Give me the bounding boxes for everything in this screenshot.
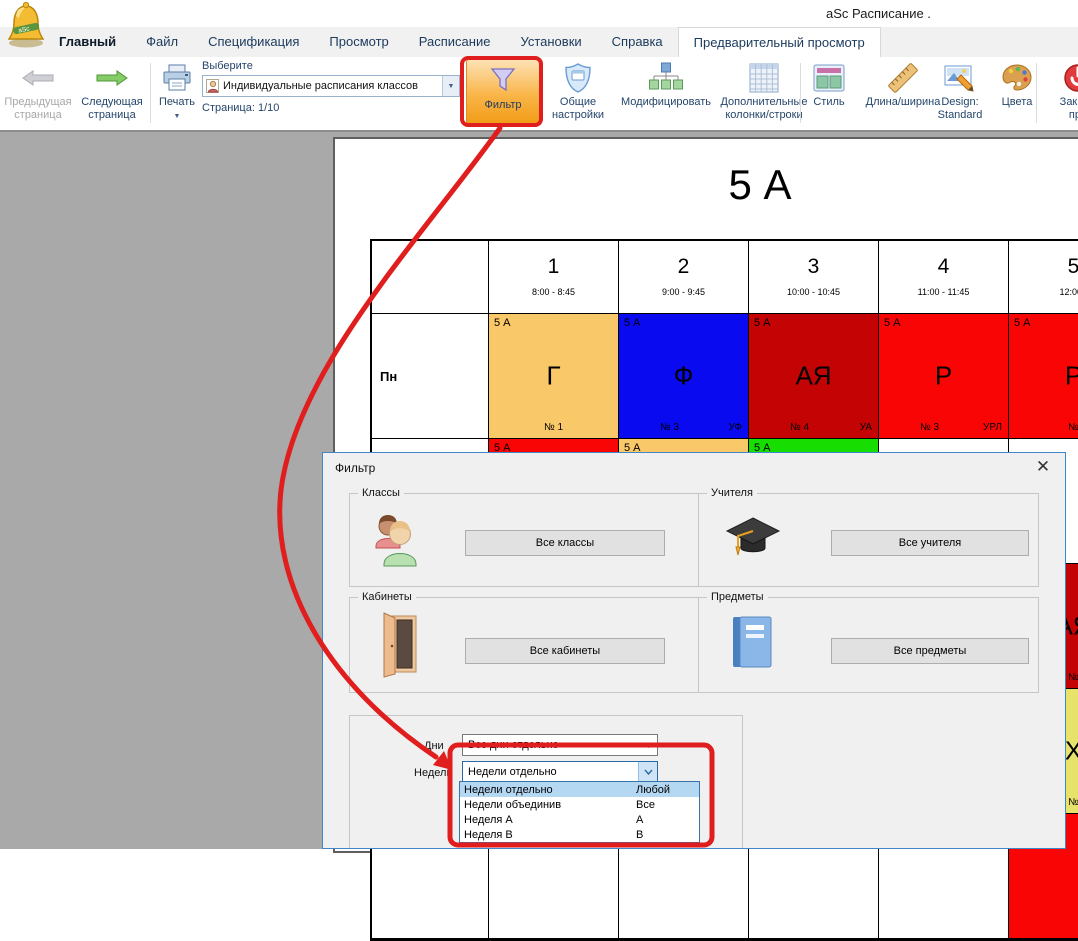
graduation-cap-icon	[725, 514, 781, 567]
window-title: aSc Расписание .	[826, 6, 931, 21]
class-title: 5 А	[695, 161, 825, 209]
tab-prosmotr[interactable]: Просмотр	[314, 27, 403, 57]
picture-pencil-icon	[944, 60, 976, 96]
all-teachers-button[interactable]: Все учителя	[831, 530, 1029, 556]
arrow-right-icon	[95, 60, 129, 96]
teachers-group: Учителя Все учителя	[698, 493, 1039, 587]
tab-specifikaciya[interactable]: Спецификация	[193, 27, 314, 57]
shield-icon	[563, 60, 593, 96]
next-page-button[interactable]: Следующая страница	[76, 59, 148, 127]
period-header: 310:00 - 10:45	[749, 241, 879, 314]
palette-icon	[1002, 60, 1032, 96]
lesson-cell[interactable]: 5 АГ№ 1	[489, 314, 619, 439]
period-header: 512:00 -	[1009, 241, 1078, 314]
classes-group: Классы Все классы	[349, 493, 743, 587]
tab-glavny[interactable]: Главный	[44, 27, 131, 57]
arrow-left-icon	[21, 60, 55, 96]
week-option[interactable]: Неделя АА	[460, 812, 699, 827]
lesson-cell[interactable]: 5 АФ№ 3УФ	[619, 314, 749, 439]
period-header: 29:00 - 9:45	[619, 241, 749, 314]
combo-dropdown-button[interactable]: ▼	[442, 76, 459, 96]
week-option[interactable]: Неделя ВВ	[460, 827, 699, 842]
close-preview-button[interactable]: Закрыт про	[1042, 59, 1078, 127]
printer-icon	[161, 60, 193, 96]
students-icon	[370, 512, 422, 575]
chevron-down-icon[interactable]	[638, 762, 657, 782]
org-chart-icon	[648, 60, 684, 96]
asc-bell-logo-icon[interactable]: aSc	[5, 1, 49, 49]
extra-columns-rows-button[interactable]: Дополнительные колонки/строки	[714, 59, 814, 127]
tab-preview-active[interactable]: Предварительный просмотр	[678, 27, 881, 57]
print-dropdown-caret[interactable]: ▼	[174, 110, 181, 123]
grid-table-icon	[749, 60, 779, 96]
week-option[interactable]: Недели объединивВсе	[460, 797, 699, 812]
colors-button[interactable]: Цвета	[992, 59, 1042, 127]
period-header: 411:00 - 11:45	[879, 241, 1009, 314]
all-subjects-button[interactable]: Все предметы	[831, 638, 1029, 664]
toolbar-separator	[1036, 63, 1037, 123]
layout-style-icon	[813, 60, 845, 96]
week-option[interactable]: Недели отдельноЛюбой	[460, 782, 699, 797]
tab-fail[interactable]: Файл	[131, 27, 193, 57]
page-indicator: Страница: 1/10	[202, 102, 460, 114]
subjects-group: Предметы Все предметы	[698, 597, 1039, 693]
close-preview-icon	[1063, 60, 1078, 96]
person-doc-icon	[206, 79, 219, 93]
day-label: Пн	[372, 314, 489, 439]
choose-label: Выберите	[202, 60, 253, 72]
tab-raspisanie[interactable]: Расписание	[404, 27, 506, 57]
toolbar-separator	[800, 63, 801, 123]
all-classes-button[interactable]: Все классы	[465, 530, 665, 556]
chevron-down-icon[interactable]	[639, 735, 657, 755]
weeks-label: Недели	[414, 767, 453, 779]
all-rooms-button[interactable]: Все кабинеты	[465, 638, 665, 664]
door-icon	[378, 612, 422, 683]
filter-button[interactable]: Фильтр	[466, 59, 540, 125]
period-header: 18:00 - 8:45	[489, 241, 619, 314]
tab-ustanovki[interactable]: Установки	[505, 27, 596, 57]
dialog-close-icon[interactable]: ✕	[1033, 457, 1053, 477]
lesson-cell[interactable]: 5 АР№ 3УРЛ	[879, 314, 1009, 439]
menu-tabbar: Главный Файл Спецификация Просмотр Распи…	[0, 27, 1078, 57]
tab-spravka[interactable]: Справка	[597, 27, 678, 57]
ribbon-toolbar: Предыдущая страница Следующая страница П…	[0, 57, 1078, 130]
corner-cell	[372, 241, 489, 314]
days-combobox[interactable]: Все дни отдельно	[462, 734, 658, 756]
weeks-combobox[interactable]: Недели отдельно	[462, 761, 658, 783]
design-button[interactable]: Design: Standard	[928, 59, 992, 127]
book-icon	[729, 614, 775, 677]
ruler-icon	[885, 60, 921, 96]
schedule-type-combobox[interactable]: Индивидуальные расписания классов ▼	[202, 75, 460, 97]
print-button[interactable]: Печать ▼	[154, 59, 200, 127]
lesson-cell[interactable]: 5 ААЯ№ 4УА	[749, 314, 879, 439]
style-button[interactable]: Стиль	[806, 59, 852, 127]
funnel-icon	[489, 61, 517, 99]
lesson-cell[interactable]: 5 АР№	[1009, 314, 1078, 439]
filter-dialog: Фильтр ✕ Классы Все классы Учителя	[322, 452, 1066, 849]
dialog-title: Фильтр	[335, 461, 375, 475]
previous-page-button[interactable]: Предыдущая страница	[2, 59, 74, 127]
toolbar-separator	[150, 63, 151, 123]
modify-button[interactable]: Модифицировать	[612, 59, 720, 127]
window-titlebar: aSc Расписание .	[0, 0, 1078, 27]
general-settings-button[interactable]: Общие настройки	[546, 59, 610, 127]
schedule-chooser: Выберите Индивидуальные расписания класс…	[202, 60, 460, 114]
days-label: Дни	[424, 740, 444, 752]
weeks-dropdown-list: Недели отдельноЛюбой Недели объединивВсе…	[459, 781, 700, 843]
rooms-group: Кабинеты Все кабинеты	[349, 597, 743, 693]
